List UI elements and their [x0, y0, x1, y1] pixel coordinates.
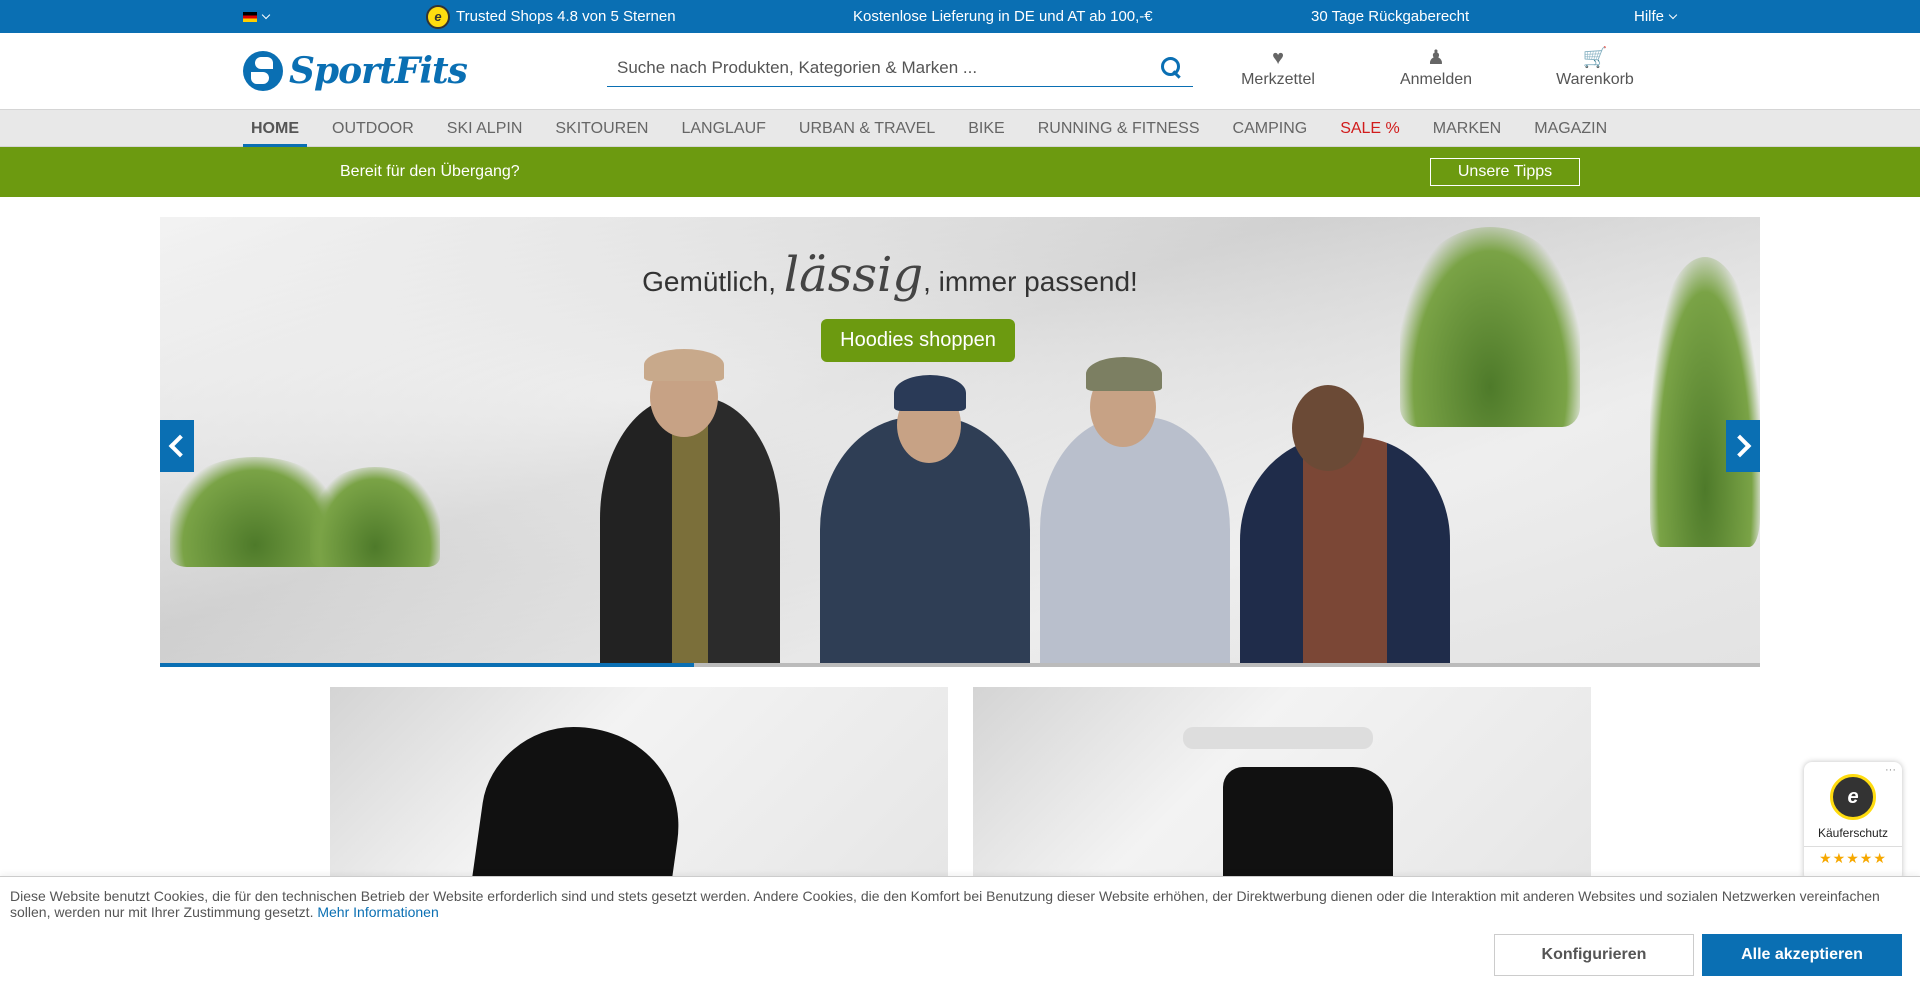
hero-model-1	[600, 397, 780, 667]
slider-next-button[interactable]	[1726, 420, 1760, 472]
hero-model-cap	[644, 349, 724, 381]
accept-all-cookies-button[interactable]: Alle akzeptieren	[1702, 934, 1902, 976]
promo-text: Bereit für den Übergang?	[340, 163, 520, 180]
hero-headline-before: Gemütlich,	[642, 266, 776, 297]
promo-banner: Bereit für den Übergang? Unsere Tipps	[0, 147, 1920, 197]
nav-item-camping[interactable]: CAMPING	[1225, 110, 1316, 147]
nav-item-skitouren[interactable]: SKITOUREN	[547, 110, 656, 147]
search-icon[interactable]	[1161, 56, 1183, 79]
hero-model-head	[1292, 385, 1364, 471]
nav-item-marken[interactable]: MARKEN	[1425, 110, 1509, 147]
category-tile-bike-bag[interactable]	[973, 687, 1591, 877]
wishlist-label: Merkzettel	[1241, 71, 1315, 88]
nav-item-ski-alpin[interactable]: SKI ALPIN	[439, 110, 531, 147]
hero-headline-script: lässig	[783, 247, 924, 303]
cookie-text: Diese Website benutzt Cookies, die für d…	[10, 888, 1880, 920]
promo-button[interactable]: Unsere Tipps	[1430, 158, 1580, 186]
wishlist-link[interactable]: ♥ Merkzettel	[1223, 47, 1333, 89]
shipping-info: Kostenlose Lieferung in DE und AT ab 100…	[853, 8, 1153, 25]
hero-model-3	[1040, 417, 1230, 667]
login-link[interactable]: ♟ Anmelden	[1381, 47, 1491, 89]
help-label: Hilfe	[1634, 8, 1665, 25]
search-bar	[607, 49, 1193, 87]
hero-model-cap	[894, 375, 966, 411]
trusted-shops-icon: e	[426, 4, 450, 29]
cart-icon: 🛒	[1582, 47, 1608, 69]
help-menu[interactable]: Hilfe	[1634, 0, 1678, 33]
search-input[interactable]	[607, 50, 1161, 85]
bike-bag-image	[1223, 767, 1393, 877]
nav-item-urban-travel[interactable]: URBAN & TRAVEL	[791, 110, 943, 147]
trusted-shops-rating[interactable]: e Trusted Shops 4.8 von 5 Sternen	[426, 0, 676, 33]
language-selector[interactable]	[243, 0, 271, 33]
nav-item-sale[interactable]: SALE %	[1332, 110, 1408, 147]
cart-label: Warenkorb	[1556, 71, 1634, 88]
hero-model-cap	[1086, 357, 1162, 391]
cookie-banner: Diese Website benutzt Cookies, die für d…	[0, 876, 1920, 993]
nav-item-outdoor[interactable]: OUTDOOR	[324, 110, 422, 147]
hero-slider[interactable]: Gemütlich, lässig, immer passend! Hoodie…	[160, 217, 1760, 667]
slider-prev-button[interactable]	[160, 420, 194, 472]
chevron-left-icon	[168, 434, 192, 458]
logo[interactable]: SportFits	[243, 49, 468, 93]
chevron-down-icon	[261, 10, 271, 19]
shoe-image	[466, 727, 694, 877]
slider-progress	[160, 663, 1760, 667]
login-label: Anmelden	[1399, 71, 1473, 88]
hero-cta-button[interactable]: Hoodies shoppen	[821, 319, 1015, 362]
rating-stars: ★★★★★	[1804, 846, 1902, 867]
hero-grass	[1400, 227, 1580, 427]
configure-cookies-button[interactable]: Konfigurieren	[1494, 934, 1694, 976]
buyer-protection-label: Käuferschutz	[1817, 826, 1889, 840]
user-icon: ♟	[1427, 47, 1445, 69]
de-flag-icon	[243, 11, 257, 22]
top-info-bar: e Trusted Shops 4.8 von 5 Sternen Kosten…	[0, 0, 1920, 33]
hero-grass	[1650, 257, 1760, 547]
widget-menu-icon[interactable]: ···	[1885, 764, 1896, 776]
slider-progress-fill	[160, 663, 695, 667]
trusted-shops-seal-icon: e	[1830, 774, 1876, 820]
hero-headline-after: , immer passend!	[923, 266, 1138, 297]
trusted-shops-widget[interactable]: ··· e Käuferschutz ★★★★★	[1804, 762, 1902, 882]
nav-item-running-fitness[interactable]: RUNNING & FITNESS	[1030, 110, 1208, 147]
nav-item-langlauf[interactable]: LANGLAUF	[673, 110, 773, 147]
chevron-down-icon	[1668, 10, 1678, 19]
hero-grass	[310, 467, 440, 567]
returns-info: 30 Tage Rückgaberecht	[1311, 8, 1470, 25]
site-header: SportFits ♥ Merkzettel ♟ Anmelden 🛒 Ware…	[0, 33, 1920, 109]
hero-headline: Gemütlich, lässig, immer passend!	[640, 247, 1140, 303]
nav-item-home[interactable]: HOME	[243, 110, 307, 147]
nav-list: HOME OUTDOOR SKI ALPIN SKITOUREN LANGLAUF URB…	[243, 110, 1632, 147]
saddle-image	[1183, 727, 1373, 749]
logo-text: SportFits	[289, 50, 468, 92]
cookie-notice: Diese Website benutzt Cookies, die für d…	[10, 888, 1890, 920]
hero-model-4	[1240, 437, 1450, 667]
nav-item-bike[interactable]: BIKE	[960, 110, 1012, 147]
trusted-shops-text: Trusted Shops 4.8 von 5 Sternen	[456, 8, 676, 25]
more-info-link[interactable]: Mehr Informationen	[317, 904, 438, 920]
nav-item-magazin[interactable]: MAGAZIN	[1526, 110, 1615, 147]
cart-link[interactable]: 🛒 Warenkorb	[1540, 47, 1650, 89]
category-tile-shoes[interactable]	[330, 687, 948, 877]
chevron-right-icon	[1728, 434, 1752, 458]
main-navigation: HOME OUTDOOR SKI ALPIN SKITOUREN LANGLAUF URB…	[0, 109, 1920, 147]
logo-mark-icon	[243, 51, 283, 91]
heart-icon: ♥	[1272, 47, 1284, 69]
page: e Trusted Shops 4.8 von 5 Sternen Kosten…	[0, 0, 1920, 993]
